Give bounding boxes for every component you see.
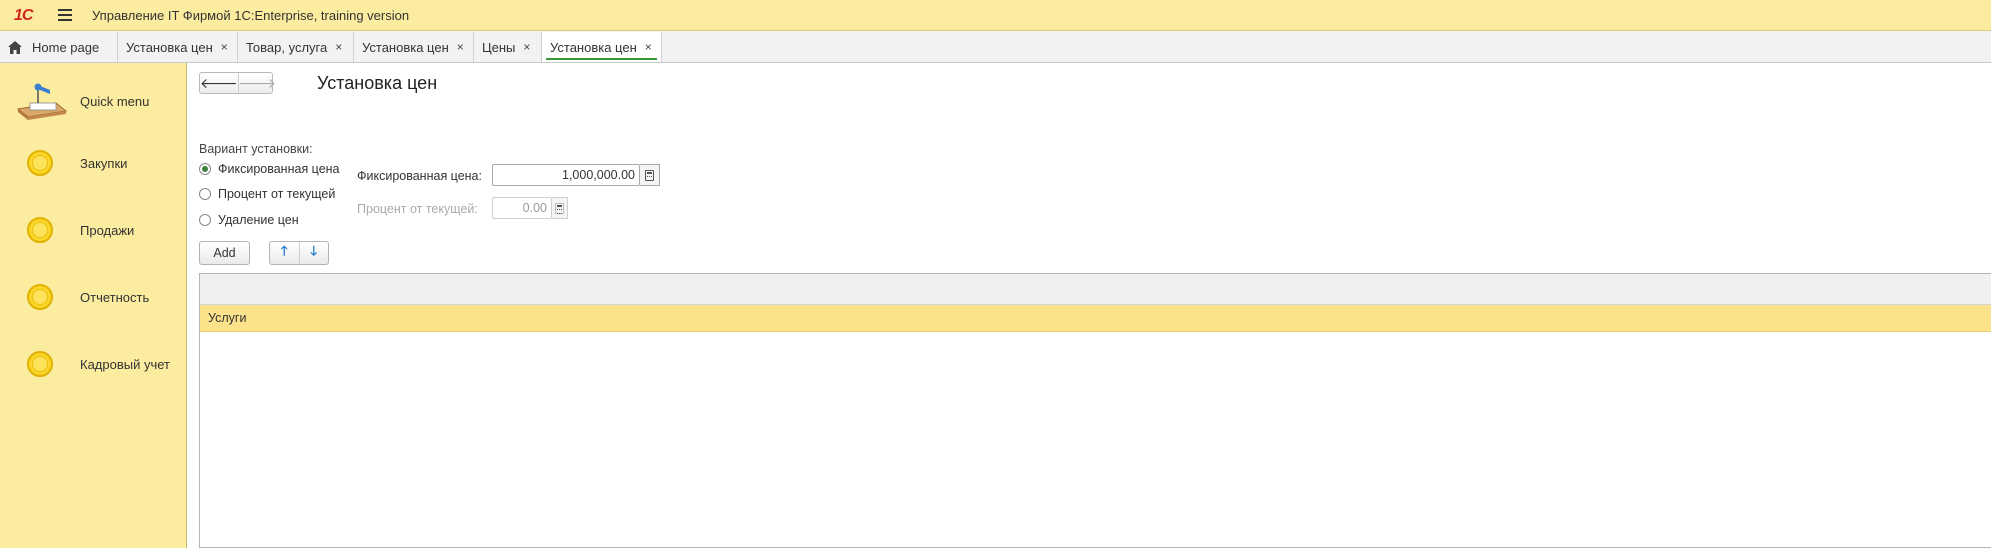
table-cell: Услуги — [208, 311, 247, 325]
sidebar-item-kadrovyi-uchet[interactable]: Кадровый учет — [0, 340, 187, 390]
tab-label: Home page — [32, 39, 100, 55]
radio-label: Фиксированная цена — [218, 162, 340, 176]
close-icon[interactable]: × — [335, 40, 342, 54]
calculator-icon — [645, 169, 654, 181]
tab-label: Установка цен — [126, 39, 213, 55]
close-icon[interactable]: × — [523, 40, 530, 54]
home-icon — [8, 40, 22, 54]
sidebar-item-label: Отчетность — [80, 290, 150, 305]
close-icon[interactable]: × — [645, 40, 652, 54]
title-bar: 1С Управление IT Фирмой 1С:Enterprise, t… — [0, 0, 1991, 31]
sidebar-item-zakupki[interactable]: Закупки — [0, 139, 187, 189]
tab-ustanovka-cen-1[interactable]: Установка цен × — [118, 32, 238, 62]
tab-label: Товар, услуга — [246, 39, 328, 55]
add-button[interactable]: Add — [199, 241, 250, 265]
move-up-arrow-icon[interactable]: 🡑 — [270, 242, 300, 264]
groups-table: Услуги — [199, 273, 1991, 548]
quick-menu-icon — [16, 83, 68, 120]
close-icon[interactable]: × — [221, 40, 228, 54]
radio-button[interactable] — [199, 214, 211, 226]
move-down-arrow-icon[interactable]: 🡓 — [300, 242, 329, 264]
tab-label: Цены — [482, 39, 516, 55]
sidebar-item-quick-menu[interactable]: Quick menu — [0, 71, 187, 131]
sidebar-item-label: Продажи — [80, 223, 135, 238]
percent-field[interactable]: 0.00 — [492, 197, 552, 219]
form-area: 🡐 🡒 Установка цен Вариант установки: Фик… — [187, 63, 1991, 548]
close-icon[interactable]: × — [457, 40, 464, 54]
tab-label: Установка цен — [550, 39, 637, 55]
sidebar-item-label: Закупки — [80, 156, 128, 171]
sidebar-item-prodazhi[interactable]: Продажи — [0, 206, 187, 256]
section-circle-icon — [27, 284, 53, 310]
move-buttons: 🡑 🡓 — [269, 241, 329, 265]
app-title: Управление IT Фирмой 1С:Enterprise, trai… — [92, 8, 410, 23]
radio-button[interactable] — [199, 188, 211, 200]
section-circle-icon — [27, 150, 53, 176]
tab-ustanovka-cen-2[interactable]: Установка цен × — [354, 32, 474, 62]
variant-group-label: Вариант установки: — [199, 142, 313, 156]
radio-fixed-price[interactable]: Фиксированная цена — [199, 160, 340, 178]
tab-home-page[interactable]: Home page — [0, 32, 118, 62]
tab-ustanovka-cen-active[interactable]: Установка цен × — [542, 32, 662, 62]
back-arrow-icon[interactable]: 🡐 — [200, 73, 239, 93]
logo-1c[interactable]: 1С — [14, 7, 33, 25]
forward-arrow-icon[interactable]: 🡒 — [239, 73, 277, 93]
percent-label: Процент от текущей: — [357, 202, 478, 216]
radio-label: Процент от текущей — [218, 187, 336, 201]
table-row[interactable]: Услуги — [200, 305, 1991, 332]
tab-tovar-usluga[interactable]: Товар, услуга × — [238, 32, 354, 62]
radio-delete-prices[interactable]: Удаление цен — [199, 211, 299, 229]
radio-button-checked[interactable] — [199, 163, 211, 175]
history-nav: 🡐 🡒 — [199, 72, 276, 94]
table-header — [200, 274, 1991, 305]
percent-calculator-button[interactable] — [552, 197, 568, 219]
section-circle-icon — [27, 217, 53, 243]
fixed-price-label: Фиксированная цена: — [357, 169, 482, 183]
section-circle-icon — [27, 351, 53, 377]
sidebar-item-label: Quick menu — [80, 94, 150, 109]
calculator-icon — [555, 202, 564, 214]
page-title: Установка цен — [317, 73, 438, 93]
fixed-price-field[interactable]: 1,000,000.00 — [492, 164, 640, 186]
tab-ceny[interactable]: Цены × — [474, 32, 542, 62]
sidebar-item-label: Кадровый учет — [80, 357, 170, 372]
sidebar-item-otchetnost[interactable]: Отчетность — [0, 273, 187, 323]
sections-panel: Quick menu Закупки Продажи Отчетность Ка… — [0, 63, 187, 548]
main-menu-icon[interactable] — [58, 9, 72, 21]
calculator-button[interactable] — [640, 164, 660, 186]
open-windows-tabbar: Home page Установка цен × Товар, услуга … — [0, 31, 1991, 63]
radio-percent[interactable]: Процент от текущей — [199, 185, 335, 203]
radio-label: Удаление цен — [218, 213, 299, 227]
tab-label: Установка цен — [362, 39, 449, 55]
